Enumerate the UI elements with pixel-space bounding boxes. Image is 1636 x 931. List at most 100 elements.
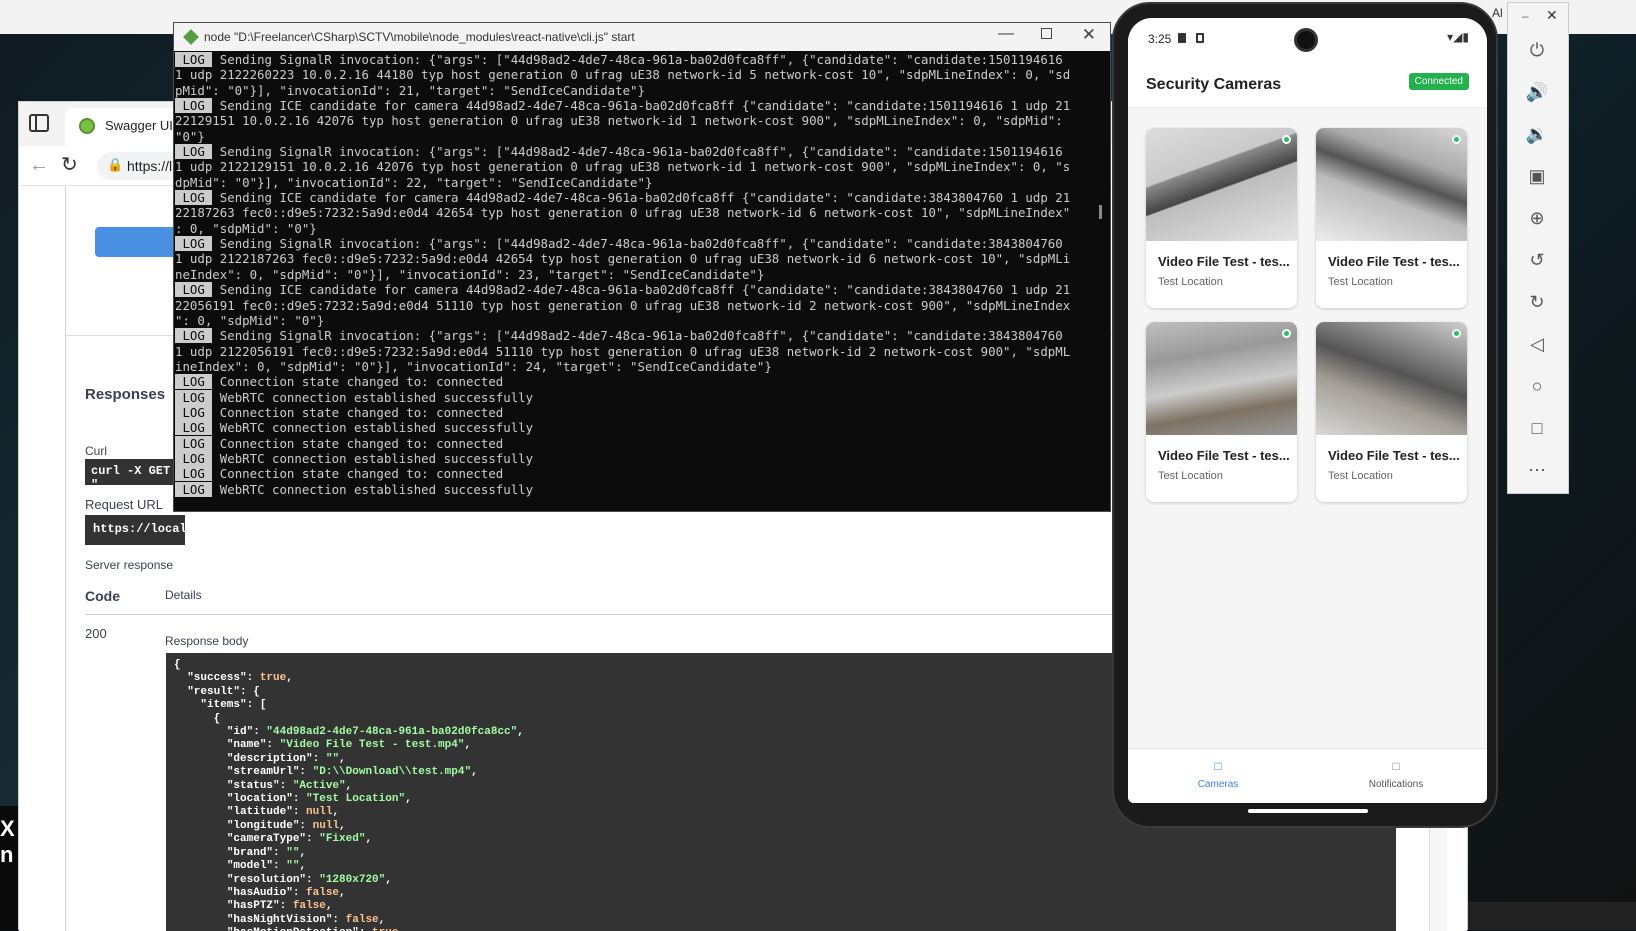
terminal-line: LOG Sending SignalR invocation: {"args":… bbox=[175, 236, 1063, 252]
log-tag: LOG bbox=[175, 144, 213, 160]
back-icon[interactable]: ◁ bbox=[1524, 331, 1550, 357]
log-tag: LOG bbox=[175, 404, 213, 420]
camera-location: Test Location bbox=[1328, 276, 1393, 288]
volume-down-icon[interactable]: 🔉 bbox=[1524, 121, 1550, 147]
signal-battery-icon: ▾◢▮ bbox=[1447, 30, 1469, 44]
log-tag: LOG bbox=[175, 190, 213, 206]
rotate-left-icon[interactable]: ↺ bbox=[1524, 247, 1550, 273]
camera-card[interactable]: Video File Test - tes... Test Location bbox=[1316, 128, 1467, 308]
log-tag: LOG bbox=[175, 466, 213, 482]
details-column-header: Details bbox=[165, 588, 202, 602]
json-line: "resolution": "1280x720", bbox=[226, 873, 392, 886]
zoom-icon[interactable]: ⊕ bbox=[1524, 205, 1550, 231]
panel-minimize-icon[interactable]: – bbox=[1522, 9, 1529, 23]
tab-cameras-label: Cameras bbox=[1197, 779, 1239, 790]
bell-icon: □ bbox=[1392, 759, 1400, 773]
json-line: "cameraType": "Fixed", bbox=[226, 833, 373, 846]
swagger-favicon-icon bbox=[79, 118, 95, 134]
panel-close-icon[interactable]: ✕ bbox=[1546, 7, 1558, 24]
terminal-line: LOG WebRTC connection established succes… bbox=[175, 481, 534, 497]
camera-card[interactable]: Video File Test - tes... Test Location bbox=[1316, 322, 1467, 502]
camera-thumbnail bbox=[1316, 322, 1467, 435]
app-title: Security Cameras bbox=[1146, 76, 1282, 93]
camera-card[interactable]: Video File Test - tes... Test Location bbox=[1146, 322, 1297, 502]
log-tag: LOG bbox=[175, 374, 213, 390]
terminal-line: LOG Sending ICE candidate for camera 44d… bbox=[175, 190, 1071, 206]
terminal-log-text: LOG Sending SignalR invocation: {"args":… bbox=[175, 52, 1095, 497]
terminal-line: 22056191 fec0::d9e5:7232:5a9d:e0d4 51110… bbox=[175, 297, 1071, 313]
terminal-line: LOG Sending SignalR invocation: {"args":… bbox=[175, 144, 1063, 160]
reload-icon[interactable]: ↻ bbox=[61, 152, 78, 177]
rotate-right-icon[interactable]: ↻ bbox=[1524, 289, 1550, 315]
terminal-titlebar: node "D:\Freelancer\CSharp\SCTV\mobile\n… bbox=[174, 23, 1110, 51]
overview-icon[interactable]: □ bbox=[1524, 415, 1550, 441]
camera-tab-icon: □ bbox=[1214, 759, 1222, 773]
terminal-line: : 0, "sdpMid": "0"} bbox=[175, 220, 317, 236]
sidebar-toggle-icon[interactable] bbox=[29, 114, 49, 132]
sim-icon bbox=[1178, 33, 1186, 43]
curl-command[interactable]: curl -X GET " bbox=[85, 459, 185, 492]
phone-emulator: 3:25 ▾◢▮ Security Cameras Connected Vide… bbox=[1112, 2, 1498, 828]
terminal-line: LOG Sending SignalR invocation: {"args":… bbox=[175, 328, 1063, 344]
log-tag: LOG bbox=[175, 282, 213, 298]
camera-name: Video File Test - tes... bbox=[1158, 448, 1290, 463]
request-url-value[interactable]: https://local bbox=[85, 515, 185, 545]
minimize-icon[interactable]: — bbox=[998, 25, 1014, 43]
log-tag: LOG bbox=[175, 389, 213, 405]
home-icon[interactable]: ○ bbox=[1524, 373, 1550, 399]
terminal-line: dpMid": "0"}], "invocationId": 22, "targ… bbox=[175, 174, 653, 190]
close-icon[interactable]: ✕ bbox=[1082, 25, 1096, 45]
camera-location: Test Location bbox=[1158, 276, 1223, 288]
log-tag: LOG bbox=[175, 52, 213, 67]
log-tag: LOG bbox=[175, 420, 213, 436]
back-arrow-icon[interactable]: ← bbox=[29, 154, 49, 177]
log-tag: LOG bbox=[175, 450, 213, 466]
camera-name: Video File Test - tes... bbox=[1328, 448, 1460, 463]
terminal-title: node "D:\Freelancer\CSharp\SCTV\mobile\n… bbox=[204, 30, 635, 44]
terminal-line: 22129151 10.0.2.16 42076 typ host genera… bbox=[175, 113, 1063, 129]
server-response-label: Server response bbox=[85, 558, 174, 572]
terminal-output[interactable]: LOG Sending SignalR invocation: {"args":… bbox=[175, 52, 1095, 512]
execute-button[interactable] bbox=[95, 227, 185, 257]
log-tag: LOG bbox=[175, 328, 213, 344]
camera-grid: Video File Test - tes... Test Location V… bbox=[1128, 108, 1487, 748]
terminal-line: LOG Connection state changed to: connect… bbox=[175, 404, 504, 420]
online-indicator bbox=[1282, 135, 1291, 144]
json-line: "hasPTZ": false, bbox=[226, 900, 333, 913]
camera-thumbnail bbox=[1146, 128, 1297, 241]
log-tag: LOG bbox=[175, 98, 213, 114]
camera-name: Video File Test - tes... bbox=[1158, 254, 1290, 269]
terminal-line: LOG WebRTC connection established succes… bbox=[175, 389, 534, 405]
more-icon[interactable]: ⋯ bbox=[1524, 457, 1550, 483]
terminal-line: 1 udp 2122056191 fec0::d9e5:7232:5a9d:e0… bbox=[175, 343, 1071, 359]
maximize-icon[interactable] bbox=[1041, 28, 1052, 39]
power-icon[interactable]: ⏻ bbox=[1524, 37, 1550, 63]
code-column-header: Code bbox=[85, 588, 120, 604]
terminal-line: LOG Connection state changed to: connect… bbox=[175, 466, 504, 482]
desktop-corner-text: Al bbox=[1492, 6, 1503, 20]
online-indicator bbox=[1452, 135, 1461, 144]
connection-status-badge: Connected bbox=[1408, 73, 1469, 90]
request-url-label: Request URL bbox=[85, 497, 164, 512]
tab-cameras[interactable]: □ Cameras bbox=[1158, 759, 1278, 790]
terminal-line: neIndex": 0, "sdpMid": "0"}], "invocatio… bbox=[175, 266, 765, 282]
terminal-line: pMid": "0"}], "invocationId": 21, "targe… bbox=[175, 82, 645, 98]
volume-up-icon[interactable]: 🔊 bbox=[1524, 79, 1550, 105]
online-indicator bbox=[1282, 329, 1291, 338]
terminal-line: ineIndex": 0, "sdpMid": "0"}], "invocati… bbox=[175, 358, 772, 374]
front-camera bbox=[1294, 28, 1318, 52]
curl-label: Curl bbox=[85, 444, 108, 458]
log-tag: LOG bbox=[175, 481, 213, 497]
responses-title: Responses bbox=[85, 386, 166, 403]
phone-screen: 3:25 ▾◢▮ Security Cameras Connected Vide… bbox=[1128, 18, 1487, 803]
home-gesture-bar[interactable] bbox=[1248, 809, 1368, 813]
camera-icon[interactable]: ▣ bbox=[1524, 163, 1550, 189]
terminal-line: 22187263 fec0::d9e5:7232:5a9d:e0d4 42654… bbox=[175, 205, 1071, 221]
tab-notifications[interactable]: □ Notifications bbox=[1336, 759, 1456, 790]
node-icon bbox=[183, 29, 199, 45]
camera-card[interactable]: Video File Test - tes... Test Location bbox=[1146, 128, 1297, 308]
camera-thumbnail bbox=[1146, 322, 1297, 435]
json-line: "hasMotionDetection": true, bbox=[174, 927, 1388, 931]
log-tag: LOG bbox=[175, 236, 213, 252]
terminal-scrollbar[interactable] bbox=[1099, 205, 1102, 219]
